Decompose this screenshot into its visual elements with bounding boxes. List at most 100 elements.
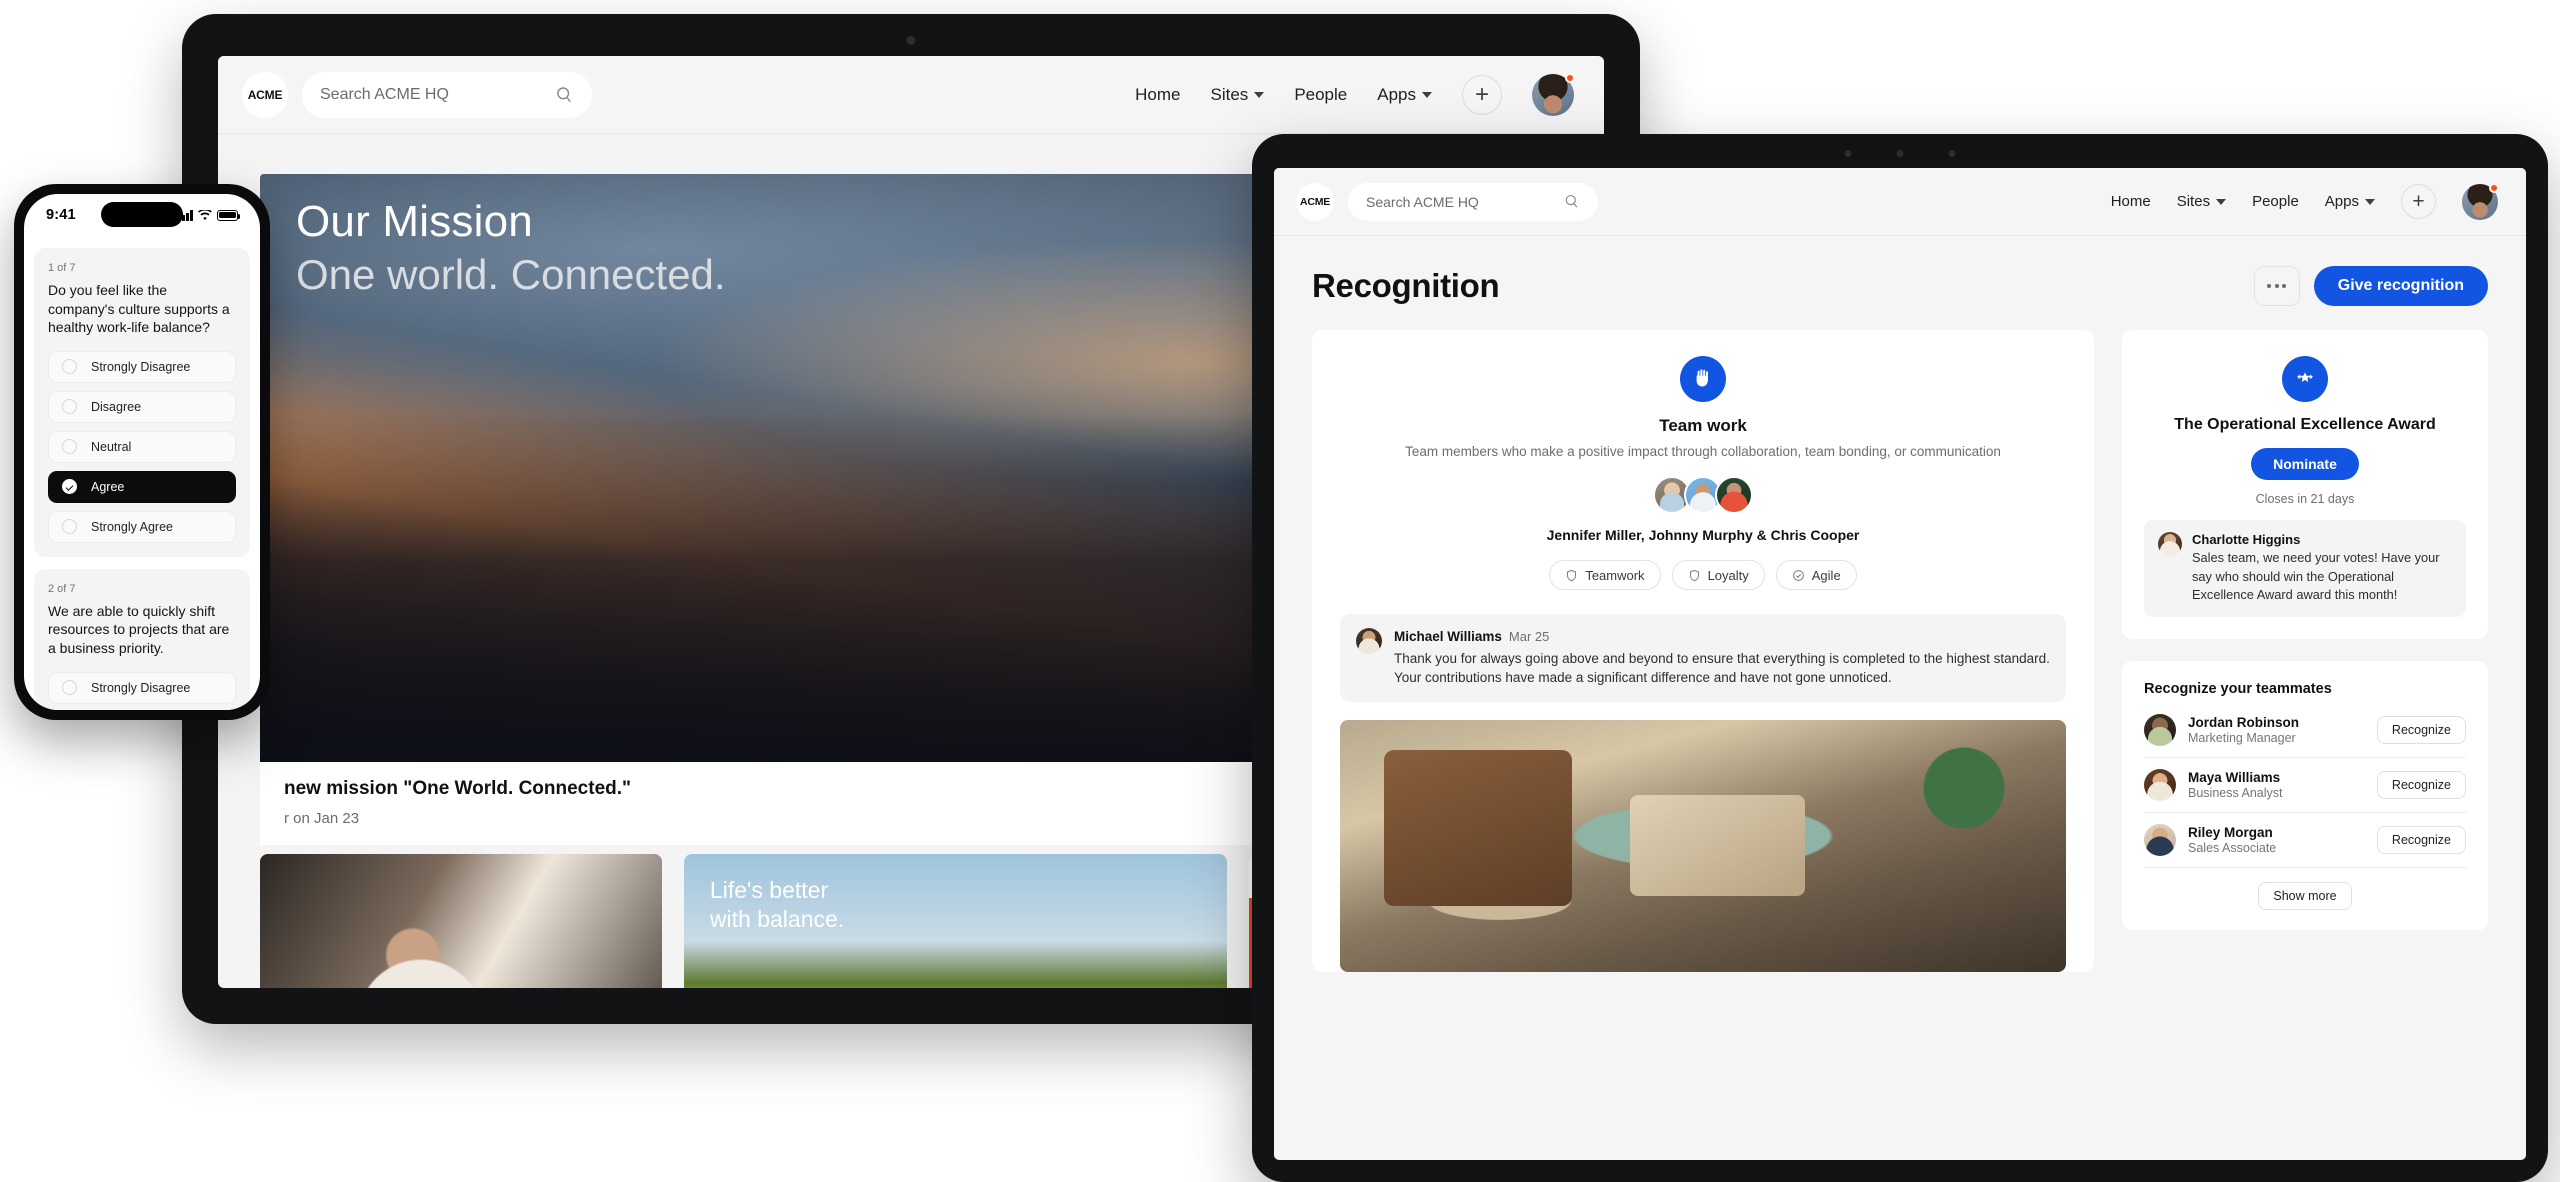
survey-question-2: 2 of 7 We are able to quickly shift reso… — [34, 568, 250, 710]
tag-agile[interactable]: Agile — [1775, 560, 1857, 590]
award-card: The Operational Excellence Award Nominat… — [2122, 330, 2488, 639]
acme-logo[interactable]: ACME — [242, 71, 288, 118]
recipient-avatars — [1340, 476, 2066, 514]
commenter-avatar[interactable] — [1356, 628, 1382, 654]
add-button[interactable]: + — [2401, 184, 2436, 219]
nav-apps-label: Apps — [1377, 84, 1416, 104]
card-balance[interactable]: Life's better with balance. — [683, 854, 1227, 988]
recognize-button[interactable]: Recognize — [2376, 770, 2466, 799]
acme-logo[interactable]: ACME — [1296, 182, 1334, 221]
option-agree[interactable]: Agree — [48, 470, 236, 503]
comment-author: Michael Williams — [1394, 629, 1502, 644]
laptop-camera-icon — [906, 36, 916, 45]
radio-icon — [62, 519, 77, 535]
laptop-topbar: ACME Search ACME HQ Home Sites People Ap… — [218, 56, 1604, 134]
hero-text: Our Mission One world. Connected. — [296, 196, 726, 300]
comment-text: Thank you for always going above and bey… — [1394, 651, 2050, 686]
nav-apps[interactable]: Apps — [2325, 193, 2375, 210]
nav-people[interactable]: People — [2252, 193, 2299, 210]
question-counter: 2 of 7 — [48, 582, 76, 595]
user-avatar[interactable] — [2462, 182, 2499, 220]
ellipsis-icon — [2267, 284, 2272, 288]
radio-icon — [62, 439, 77, 455]
option-strongly-disagree[interactable]: Strongly Disagree — [48, 671, 236, 704]
nav-people[interactable]: People — [1294, 85, 1347, 105]
give-recognition-button[interactable]: Give recognition — [2313, 266, 2488, 306]
list-item: Maya Williams Business Analyst Recognize — [2144, 758, 2466, 813]
main-column: Team work Team members who make a positi… — [1312, 330, 2094, 972]
nav-home[interactable]: Home — [1135, 85, 1180, 105]
option-label: Strongly Disagree — [91, 680, 191, 695]
show-more-wrap: Show more — [2144, 868, 2466, 910]
tag-teamwork[interactable]: Teamwork — [1549, 560, 1661, 590]
teammate-avatar-2[interactable] — [2144, 768, 2176, 801]
teammates-heading: Recognize your teammates — [2144, 680, 2332, 697]
ellipsis-icon — [2282, 284, 2287, 288]
survey-question-1: 1 of 7 Do you feel like the company's cu… — [34, 248, 250, 557]
raised-hands-icon — [1680, 356, 1726, 402]
teammate-avatar-3[interactable] — [2144, 823, 2176, 856]
recipient-names: Jennifer Miller, Johnny Murphy & Chris C… — [1546, 527, 1860, 543]
more-options-button[interactable] — [2253, 266, 2300, 306]
teammate-role: Business Analyst — [2188, 785, 2283, 800]
nominate-button[interactable]: Nominate — [2251, 448, 2359, 480]
page-header: Recognition Give recognition — [1312, 236, 2488, 330]
nav-apps-label: Apps — [2324, 193, 2359, 210]
note-author: Charlotte Higgins — [2192, 532, 2301, 547]
hero-title: Our Mission — [296, 197, 533, 246]
dynamic-island — [101, 202, 183, 227]
tag-loyalty[interactable]: Loyalty — [1671, 560, 1765, 590]
nav-sites-label: Sites — [1210, 84, 1249, 104]
show-more-button[interactable]: Show more — [2258, 881, 2352, 910]
nav-sites[interactable]: Sites — [2177, 193, 2227, 210]
status-icons — [178, 209, 241, 221]
notification-dot — [1565, 72, 1575, 83]
note-author-avatar[interactable] — [2158, 532, 2182, 556]
phone-screen: 9:41 1 of 7 Do you feel like the company… — [24, 194, 260, 710]
recognition-card-head: Team work Team members who make a positi… — [1312, 330, 2094, 614]
teammate-avatar-1[interactable] — [2144, 713, 2176, 746]
tablet-nav: Home Sites People Apps + — [2111, 182, 2499, 220]
laptop-nav: Home Sites People Apps + — [1135, 72, 1575, 116]
chevron-down-icon — [2216, 198, 2227, 205]
comment-meta: Michael Williams Mar 25 — [1394, 628, 2050, 646]
search-input[interactable]: Search ACME HQ — [1348, 182, 1598, 221]
option-strongly-agree[interactable]: Strongly Agree — [48, 510, 236, 543]
chevron-down-icon — [2365, 198, 2375, 205]
recognize-button[interactable]: Recognize — [2376, 825, 2466, 854]
user-avatar[interactable] — [1532, 72, 1575, 116]
card-person[interactable] — [260, 854, 662, 988]
option-disagree[interactable]: Disagree — [48, 390, 236, 423]
page-actions: Give recognition — [2253, 266, 2488, 306]
note-body-wrap: Charlotte Higgins Sales team, we need yo… — [2192, 532, 2452, 605]
teammate-name: Riley Morgan — [2188, 824, 2273, 840]
recognize-button[interactable]: Recognize — [2376, 715, 2466, 744]
hero-subtitle: One world. Connected. — [296, 250, 726, 298]
option-label: Strongly Agree — [91, 519, 173, 534]
question-counter: 1 of 7 — [48, 262, 76, 274]
award-closes-text: Closes in 21 days — [2255, 492, 2355, 506]
phone-device: 9:41 1 of 7 Do you feel like the company… — [14, 184, 270, 720]
option-strongly-disagree[interactable]: Strongly Disagree — [48, 350, 236, 383]
option-label: Strongly Disagree — [91, 359, 191, 374]
option-label: Disagree — [91, 399, 142, 414]
note-text: Sales team, we need your votes! Have you… — [2192, 550, 2440, 603]
tablet-sensor-icon — [1948, 150, 1956, 157]
nav-sites[interactable]: Sites — [1211, 85, 1265, 105]
search-placeholder: Search ACME HQ — [1366, 193, 1479, 210]
radio-checked-icon — [62, 479, 77, 495]
option-label: Agree — [91, 479, 125, 494]
search-input[interactable]: Search ACME HQ — [302, 71, 592, 118]
nav-home[interactable]: Home — [2111, 193, 2151, 210]
recognition-comment: Michael Williams Mar 25 Thank you for alw… — [1340, 614, 2066, 702]
option-neutral[interactable]: Neutral — [48, 430, 236, 463]
content-grid: Team work Team members who make a positi… — [1312, 330, 2488, 972]
teammate-info: Maya Williams Business Analyst — [2188, 770, 2365, 800]
recipient-avatar-3[interactable] — [1715, 476, 1753, 514]
nav-apps[interactable]: Apps — [1377, 85, 1432, 105]
chevron-down-icon — [1254, 91, 1265, 98]
recognition-photo[interactable] — [1340, 719, 2066, 972]
card-person-photo — [260, 854, 662, 988]
search-icon — [1565, 194, 1578, 208]
add-button[interactable]: + — [1462, 74, 1502, 115]
